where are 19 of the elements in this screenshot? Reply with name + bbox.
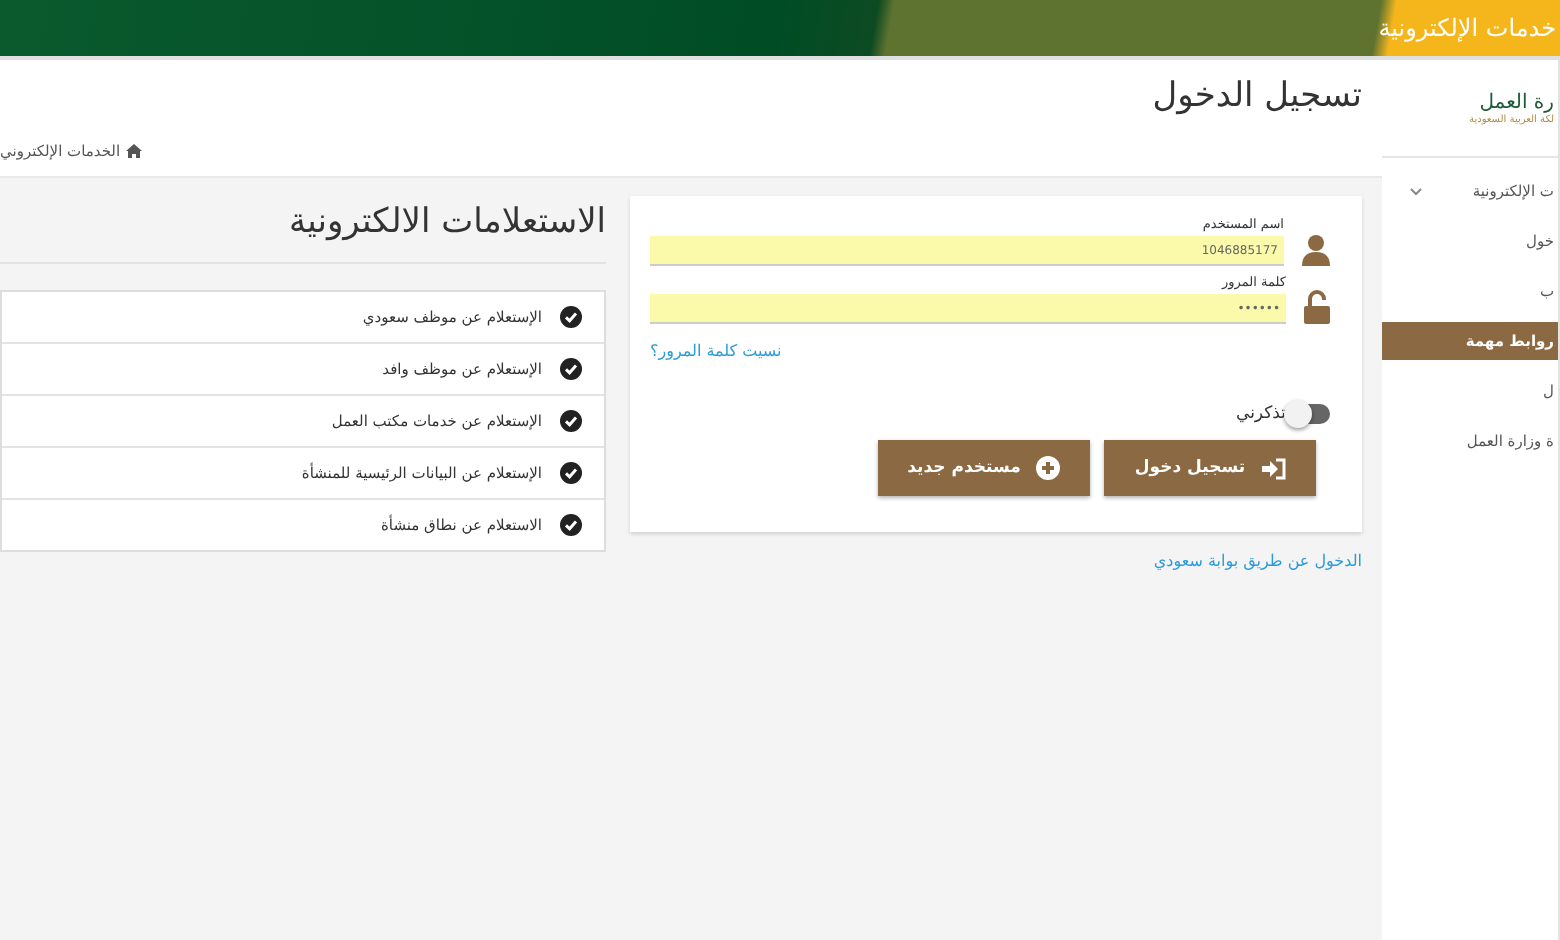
check-circle-icon bbox=[560, 410, 582, 432]
section-title: الاستعلامات الالكترونية bbox=[0, 196, 606, 264]
home-icon bbox=[126, 144, 143, 158]
header-title: خدمات الإلكترونية bbox=[1378, 14, 1558, 42]
user-icon bbox=[1302, 234, 1330, 266]
check-circle-icon bbox=[560, 358, 582, 380]
remember-toggle[interactable] bbox=[1290, 404, 1330, 424]
check-circle-icon bbox=[560, 462, 582, 484]
sign-in-icon bbox=[1261, 457, 1286, 479]
ministry-name: رة العمل bbox=[1477, 91, 1554, 113]
login-button[interactable]: تسجيل دخول bbox=[1104, 440, 1316, 496]
unlocked-padlock-icon bbox=[1304, 290, 1330, 324]
chevron-down-icon bbox=[1410, 187, 1422, 195]
check-circle-icon bbox=[560, 306, 582, 328]
page-title: تسجيل الدخول bbox=[1152, 76, 1362, 116]
remember-label: تذكرني bbox=[1235, 404, 1286, 424]
check-circle-icon bbox=[560, 514, 582, 536]
plus-circle-icon bbox=[1036, 456, 1061, 480]
new-user-button[interactable]: مستخدم جديد bbox=[878, 440, 1090, 496]
